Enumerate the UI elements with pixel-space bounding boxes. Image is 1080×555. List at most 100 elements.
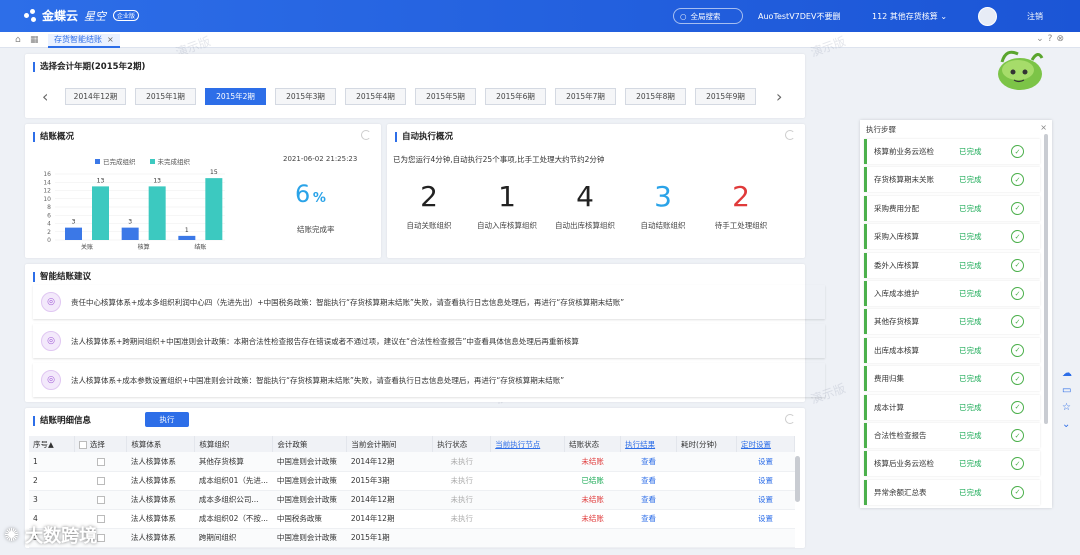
close-icon[interactable]: × bbox=[107, 34, 114, 46]
step-item[interactable]: 存货核算期末关账 已完成 ✓ bbox=[864, 167, 1040, 193]
period-button[interactable]: 2015年2期 bbox=[205, 88, 266, 105]
column-header[interactable]: 当前执行节点 bbox=[490, 436, 566, 452]
step-item[interactable]: 费用归集 已完成 ✓ bbox=[864, 366, 1040, 392]
help-icon[interactable]: ? bbox=[1048, 34, 1053, 44]
table-row[interactable]: 4 法人核算体系 成本组织02（不按... 中国税务政策 2014年12期 未执行 未结账查… bbox=[29, 509, 795, 529]
close-icon[interactable]: × bbox=[1040, 123, 1047, 132]
account-book-selector[interactable]: 112 其他存货核算 ⌄ bbox=[872, 11, 947, 22]
table-cell[interactable]: 设置 bbox=[736, 452, 795, 472]
next-arrow-icon[interactable]: › bbox=[776, 88, 782, 105]
table-cell[interactable]: 查看 bbox=[620, 509, 677, 529]
step-item[interactable]: 异常余额汇总表 已完成 ✓ bbox=[864, 479, 1040, 505]
logout-link[interactable]: 注销 bbox=[1027, 11, 1043, 22]
home-icon[interactable]: ⌂ bbox=[15, 35, 21, 45]
close-icon[interactable]: ⊗ bbox=[1056, 34, 1064, 44]
execute-button[interactable]: 执行 bbox=[145, 412, 189, 427]
star-icon[interactable]: ☆ bbox=[1062, 402, 1072, 413]
tab-inventory-closing[interactable]: 存货智能结账 × bbox=[48, 34, 120, 48]
period-button[interactable]: 2015年4期 bbox=[345, 88, 406, 105]
period-button[interactable]: 2015年3期 bbox=[275, 88, 336, 105]
avatar[interactable] bbox=[978, 7, 997, 26]
row-checkbox[interactable] bbox=[96, 457, 105, 466]
refresh-icon[interactable] bbox=[785, 414, 795, 424]
table-cell bbox=[490, 471, 565, 491]
column-header[interactable]: 定时设置 bbox=[736, 436, 796, 452]
row-checkbox[interactable] bbox=[96, 534, 105, 542]
step-item[interactable]: 采购费用分配 已完成 ✓ bbox=[864, 195, 1040, 221]
suggestion-item[interactable]: ◎ 法人核算体系+跨期间组织+中国准则会计政策：本期合法性检查报告存在错误或者不通… bbox=[33, 324, 825, 358]
chevron-down-icon[interactable]: ⌄ bbox=[1036, 34, 1044, 44]
org-name[interactable]: AuoTestV7DEV不要删 bbox=[758, 11, 840, 22]
cloud-icon[interactable]: ☁ bbox=[1062, 368, 1072, 379]
step-item[interactable]: 其他存货核算 已完成 ✓ bbox=[864, 309, 1040, 335]
period-button[interactable]: 2015年7期 bbox=[555, 88, 616, 105]
step-item[interactable]: 入库成本维护 已完成 ✓ bbox=[864, 281, 1040, 306]
table-cell[interactable]: 查看 bbox=[620, 490, 677, 510]
step-item[interactable]: 核算后业务云巡检 已完成 ✓ bbox=[864, 451, 1040, 477]
search-icon: ○ bbox=[680, 11, 687, 21]
period-button[interactable]: 2015年5期 bbox=[415, 88, 476, 105]
step-status: 已完成 bbox=[959, 431, 982, 440]
table-cell[interactable] bbox=[736, 528, 795, 548]
table-row[interactable]: 1 法人核算体系 其他存货核算 中国准则会计政策 2014年12期 未执行 未结账 查看 设置 bbox=[29, 452, 795, 472]
period-button[interactable]: 2015年8期 bbox=[625, 88, 686, 105]
checkbox[interactable] bbox=[79, 440, 88, 449]
suggestion-item[interactable]: ◎ 法人核算体系+成本参数设置组织+中国准则会计政策：智能执行“存货核算期末结账”… bbox=[33, 363, 825, 397]
row-checkbox[interactable] bbox=[96, 496, 105, 504]
app-logo[interactable]: 金蝶云 星空 企业版 bbox=[24, 7, 140, 24]
apps-icon[interactable]: ▦ bbox=[30, 35, 39, 45]
column-header[interactable]: 选择 bbox=[74, 436, 128, 452]
step-item[interactable]: 采购入库核算 已完成 ✓ bbox=[864, 224, 1040, 250]
step-name: 采购费用分配 bbox=[874, 203, 919, 213]
column-header[interactable]: 会计政策 bbox=[272, 436, 348, 452]
expand-icon[interactable]: ⌄ bbox=[1062, 419, 1072, 430]
period-button[interactable]: 2014年12期 bbox=[65, 88, 126, 105]
step-item[interactable]: 委外入库核算 已完成 ✓ bbox=[864, 252, 1040, 278]
period-button[interactable]: 2015年9期 bbox=[695, 88, 756, 105]
column-header[interactable]: 当前会计期间 bbox=[346, 436, 434, 452]
refresh-icon[interactable] bbox=[361, 130, 371, 140]
chat-icon[interactable]: ▭ bbox=[1062, 385, 1072, 396]
step-status: 已完成 bbox=[959, 203, 982, 213]
suggestion-text: 责任中心核算体系+成本多组织利润中心四（先进先出）+中国税务政策：智能执行“存货… bbox=[71, 297, 625, 307]
table-scrollbar[interactable] bbox=[795, 456, 800, 502]
row-checkbox[interactable] bbox=[96, 515, 105, 523]
global-search-input[interactable]: ○ 全局搜索 bbox=[673, 8, 743, 24]
table-cell: 中国准则会计政策 bbox=[272, 490, 347, 510]
table-row[interactable]: 3 法人核算体系 成本多组织公司... 中国准则会计政策 2014年12期 未执行 未结账查… bbox=[29, 490, 795, 510]
suggestion-item[interactable]: ◎ 责任中心核算体系+成本多组织利润中心四（先进先出）+中国税务政策：智能执行“存… bbox=[33, 285, 825, 319]
column-header[interactable]: 序号▲ bbox=[29, 436, 76, 452]
refresh-icon[interactable] bbox=[785, 130, 795, 140]
step-item[interactable]: 核算前业务云巡检 已完成 ✓ bbox=[864, 139, 1040, 164]
rate-label: 结账完成率 bbox=[297, 225, 335, 234]
column-header[interactable]: 执行状态 bbox=[432, 436, 492, 452]
prev-arrow-icon[interactable]: ‹ bbox=[42, 88, 48, 105]
stat-number: 2 bbox=[732, 180, 750, 213]
step-item[interactable]: 合法性检查报告 已完成 ✓ bbox=[864, 423, 1040, 448]
table-cell[interactable]: 查看 bbox=[620, 471, 677, 491]
column-header[interactable]: 核算体系 bbox=[126, 436, 196, 452]
step-item[interactable]: 成本计算 已完成 ✓ bbox=[864, 394, 1040, 420]
column-header[interactable]: 执行结果 bbox=[620, 436, 678, 452]
column-header[interactable]: 结账状态 bbox=[564, 436, 622, 452]
row-checkbox[interactable] bbox=[96, 477, 105, 485]
table-cell[interactable]: 查看 bbox=[620, 452, 677, 472]
step-name: 入库成本维护 bbox=[874, 289, 919, 298]
table-cell[interactable]: 设置 bbox=[736, 509, 795, 529]
period-button[interactable]: 2015年1期 bbox=[135, 88, 196, 105]
table-cell bbox=[676, 490, 737, 510]
table-cell[interactable]: 设置 bbox=[736, 490, 795, 510]
overview-timestamp: 2021-06-02 21:25:23 bbox=[283, 155, 358, 163]
table-cell[interactable] bbox=[620, 528, 677, 548]
table-cell: 法人核算体系 bbox=[126, 471, 195, 491]
table-cell: 中国准则会计政策 bbox=[272, 471, 347, 491]
column-header[interactable]: 耗时(分钟) bbox=[676, 436, 737, 452]
table-cell: 中国准则会计政策 bbox=[272, 452, 347, 472]
column-header[interactable]: 核算组织 bbox=[194, 436, 274, 452]
steps-scrollbar[interactable] bbox=[1044, 134, 1048, 424]
table-row[interactable]: 5 法人核算体系 跨期间组织 中国准则会计政策 2015年1期 bbox=[29, 528, 795, 548]
table-cell[interactable]: 设置 bbox=[736, 471, 795, 491]
period-button[interactable]: 2015年6期 bbox=[485, 88, 546, 105]
table-row[interactable]: 2 法人核算体系 成本组织01（先进... 中国准则会计政策 2015年3期 未执行 已结账… bbox=[29, 471, 795, 491]
step-item[interactable]: 出库成本核算 已完成 ✓ bbox=[864, 337, 1040, 363]
